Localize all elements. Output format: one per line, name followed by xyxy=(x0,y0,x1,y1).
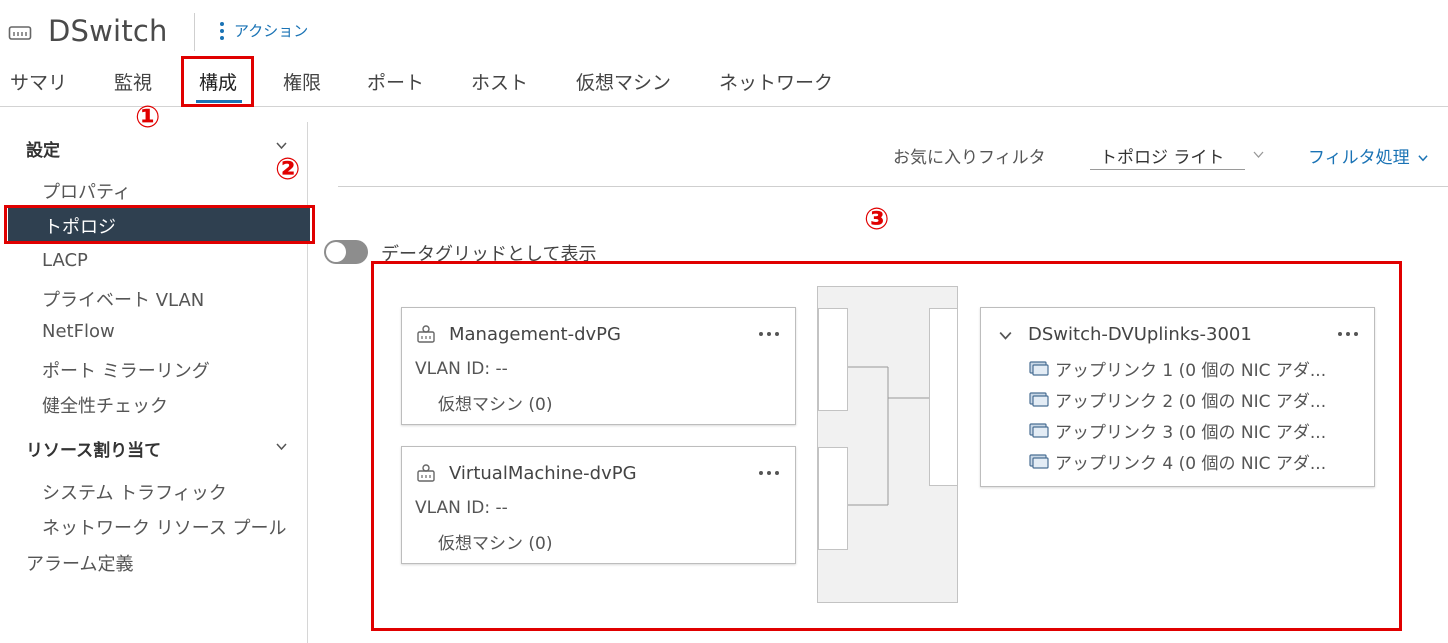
sidebar-section-resource[interactable]: リソース割り当て xyxy=(26,436,161,461)
switch-icon xyxy=(8,26,32,40)
sidebar-section-settings[interactable]: 設定 xyxy=(26,136,60,161)
filter-action-label: フィルタ処理 xyxy=(1308,148,1410,168)
filter-action-button[interactable]: フィルタ処理 xyxy=(1308,143,1428,168)
chevron-down-icon xyxy=(1253,151,1264,158)
sidebar-item-health-check[interactable]: 健全性チェック xyxy=(42,392,168,418)
tab-ports[interactable]: ポート xyxy=(367,68,424,95)
toggle-knob xyxy=(326,242,346,262)
annotation-number-2: ② xyxy=(275,152,301,187)
sidebar-item-system-traffic[interactable]: システム トラフィック xyxy=(42,479,227,505)
annotation-number-1: ① xyxy=(135,100,161,135)
sidebar-item-resource-pool[interactable]: ネットワーク リソース プール xyxy=(42,514,287,540)
tab-networks[interactable]: ネットワーク xyxy=(719,68,833,95)
tab-vms[interactable]: 仮想マシン xyxy=(576,68,671,95)
sidebar-item-netflow[interactable]: NetFlow xyxy=(42,321,115,342)
filter-divider xyxy=(338,186,1448,187)
sidebar-item-lacp[interactable]: LACP xyxy=(42,250,88,271)
sidebar-item-private-vlan[interactable]: プライベート VLAN xyxy=(42,286,204,312)
datagrid-toggle[interactable] xyxy=(324,240,368,264)
annotation-number-3: ③ xyxy=(864,202,890,237)
chevron-down-icon[interactable] xyxy=(276,140,287,151)
sidebar-item-properties[interactable]: プロパティ xyxy=(42,178,131,204)
favorites-filter-label: お気に入りフィルタ xyxy=(893,148,1046,168)
annotation-box-1 xyxy=(181,56,254,107)
tab-permissions[interactable]: 権限 xyxy=(283,68,321,95)
annotation-box-3 xyxy=(371,261,1402,631)
annotation-box-2 xyxy=(4,205,315,244)
kebab-icon xyxy=(220,21,224,40)
sidebar-divider xyxy=(307,122,308,643)
actions-label: アクション xyxy=(234,22,309,40)
chevron-down-icon[interactable] xyxy=(276,441,287,452)
sidebar-item-port-mirroring[interactable]: ポート ミラーリング xyxy=(42,357,210,383)
chevron-down-icon xyxy=(1418,155,1428,162)
title-separator xyxy=(194,13,195,51)
tab-monitor[interactable]: 監視 xyxy=(114,68,152,95)
actions-menu-button[interactable]: アクション xyxy=(220,20,308,41)
tab-hosts[interactable]: ホスト xyxy=(471,68,528,95)
filter-select[interactable]: トポロジ ライト xyxy=(1090,141,1264,170)
page-title: DSwitch xyxy=(48,14,168,48)
filter-select-value: トポロジ ライト xyxy=(1100,148,1225,168)
sidebar-item-alarm[interactable]: アラーム定義 xyxy=(26,550,133,576)
tab-summary[interactable]: サマリ xyxy=(10,68,67,95)
